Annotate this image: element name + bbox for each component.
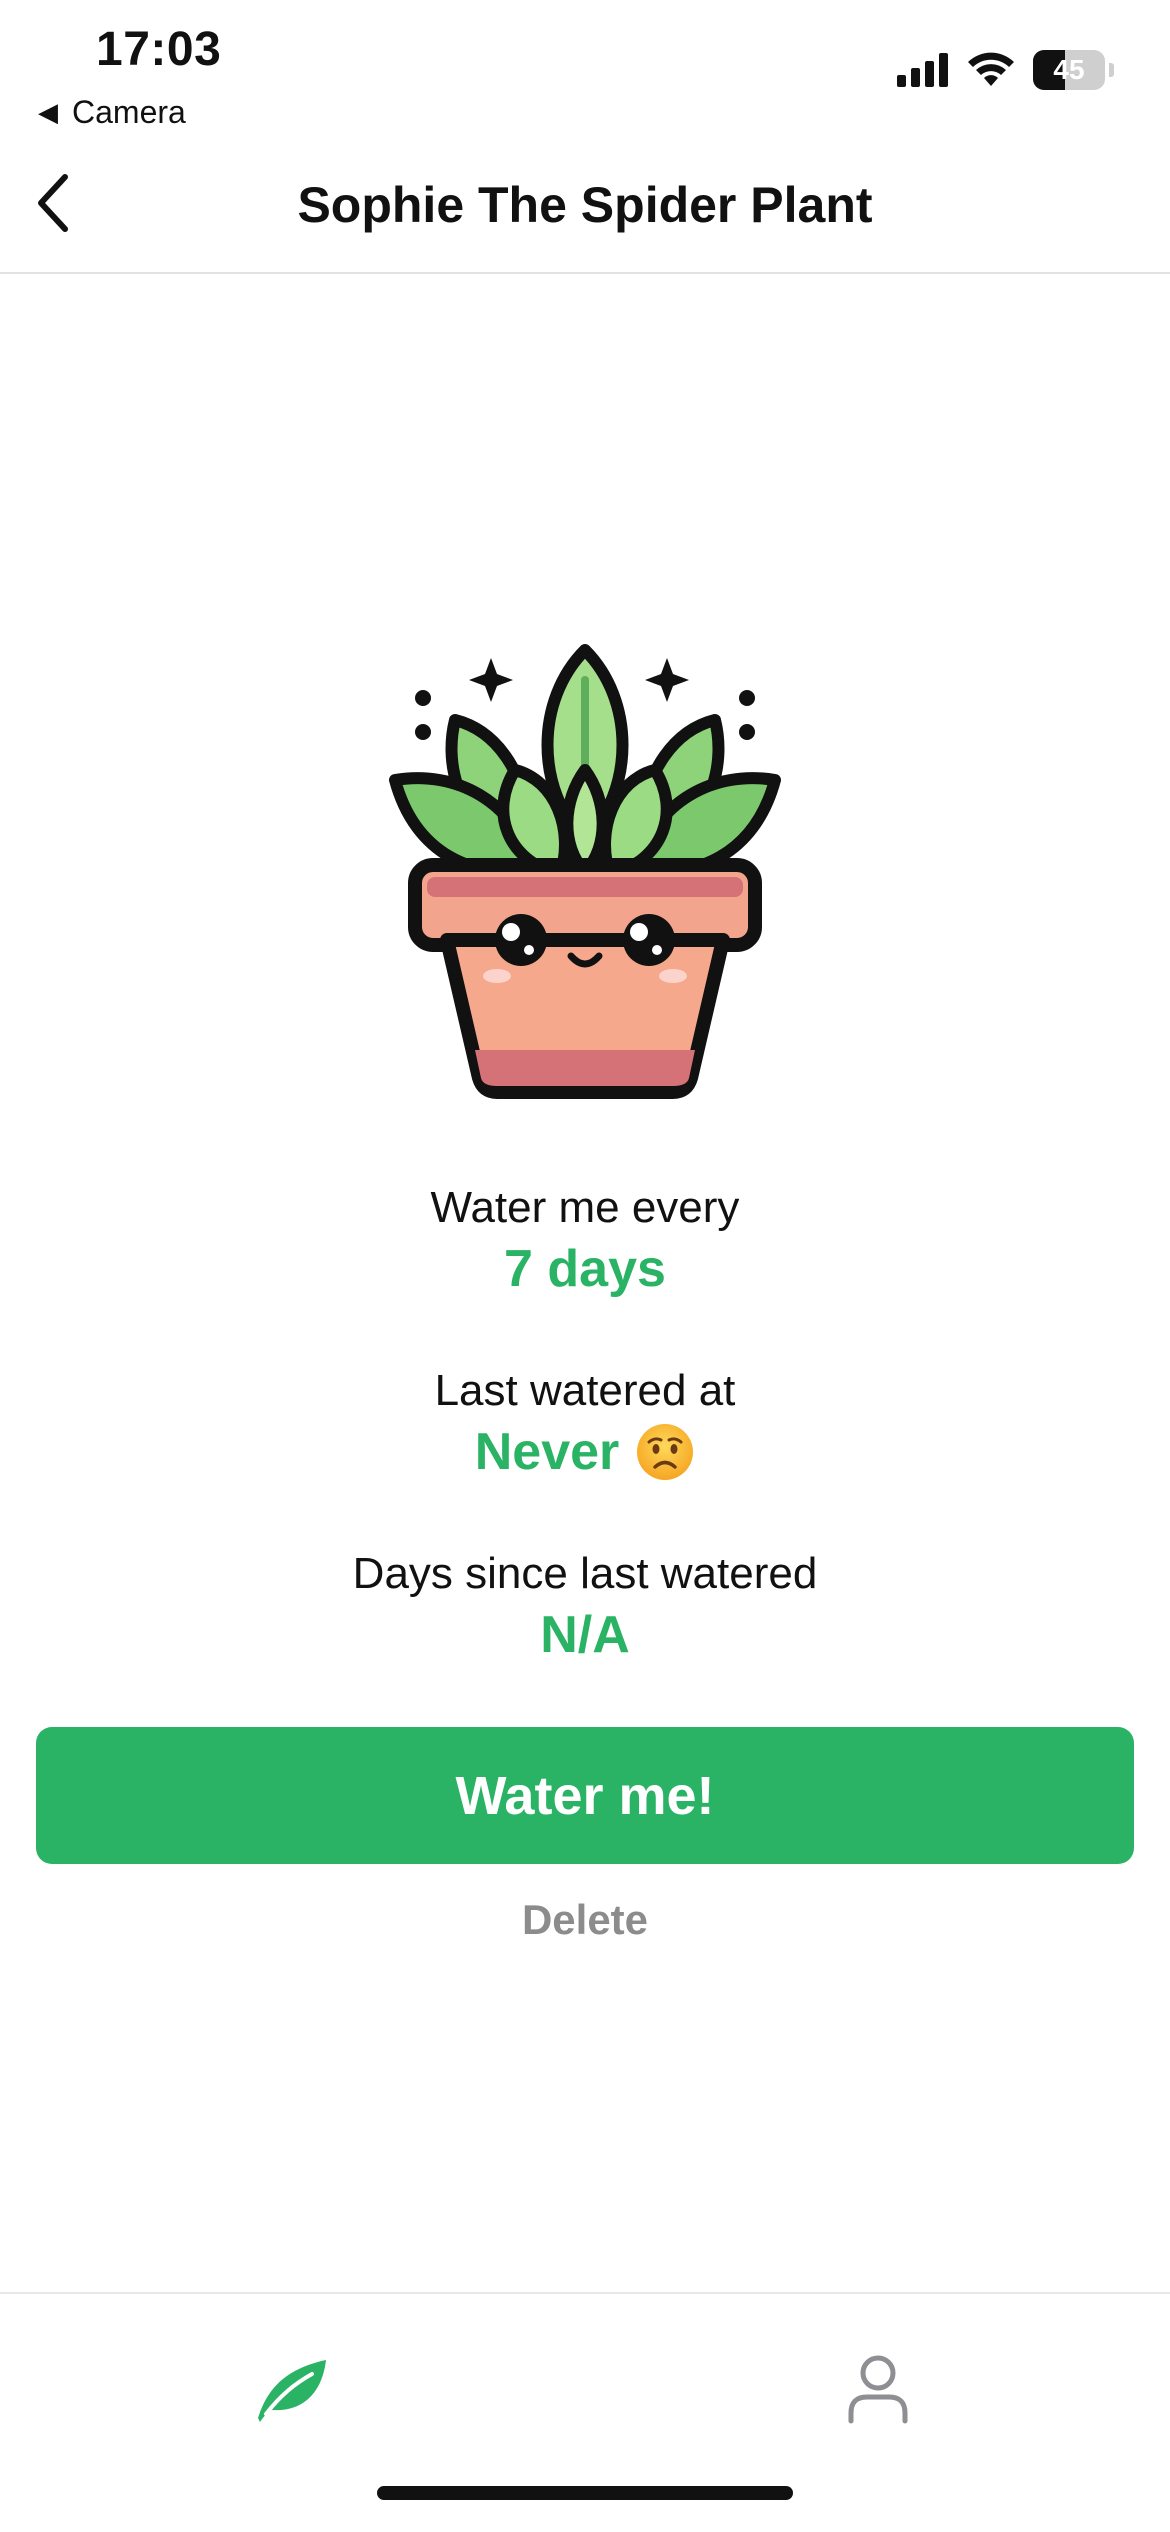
last-watered-value-row: Never bbox=[475, 1419, 696, 1485]
battery-cap bbox=[1109, 63, 1114, 77]
tab-profile[interactable] bbox=[818, 2334, 938, 2444]
status-time: 17:03 bbox=[96, 23, 222, 76]
back-triangle-icon: ◀ bbox=[38, 97, 58, 127]
leaf-icon bbox=[258, 2360, 326, 2422]
back-app-label: Camera bbox=[72, 94, 186, 130]
battery-icon: 45 bbox=[1033, 50, 1105, 90]
last-watered-block: Last watered at Never bbox=[0, 1363, 1170, 1485]
delete-button[interactable]: Delete bbox=[0, 1896, 1170, 1944]
cellular-signal-icon bbox=[897, 53, 948, 87]
status-icons: 45 bbox=[897, 50, 1114, 90]
last-watered-value: Never bbox=[474, 1423, 620, 1481]
water-frequency-block: Water me every 7 days bbox=[0, 1180, 1170, 1302]
home-indicator[interactable] bbox=[377, 2486, 793, 2500]
water-frequency-value: 7 days bbox=[504, 1240, 666, 1298]
days-since-label: Days since last watered bbox=[352, 1549, 818, 1598]
person-icon bbox=[848, 2355, 908, 2424]
battery-level: 45 bbox=[1053, 54, 1085, 85]
wifi-icon bbox=[968, 52, 1014, 86]
status-bar: 17:03 ◀ Camera 45 bbox=[0, 0, 1170, 140]
navigation-bar: Sophie The Spider Plant bbox=[0, 140, 1170, 274]
last-watered-label: Last watered at bbox=[434, 1366, 736, 1415]
page-title: Sophie The Spider Plant bbox=[297, 177, 873, 233]
tab-plants[interactable] bbox=[232, 2334, 352, 2444]
worried-face-emoji-icon bbox=[637, 1424, 694, 1480]
back-to-app-link[interactable]: ◀ Camera bbox=[38, 94, 186, 131]
days-since-value: N/A bbox=[540, 1606, 630, 1664]
plant-detail-screen: 17:03 ◀ Camera 45 Sophie The Spider Plan… bbox=[0, 0, 1170, 2532]
potted-plant-illustration bbox=[389, 644, 781, 1099]
days-since-block: Days since last watered N/A bbox=[0, 1546, 1170, 1668]
water-me-button[interactable]: Water me! bbox=[36, 1727, 1134, 1864]
water-frequency-label: Water me every bbox=[430, 1183, 740, 1232]
